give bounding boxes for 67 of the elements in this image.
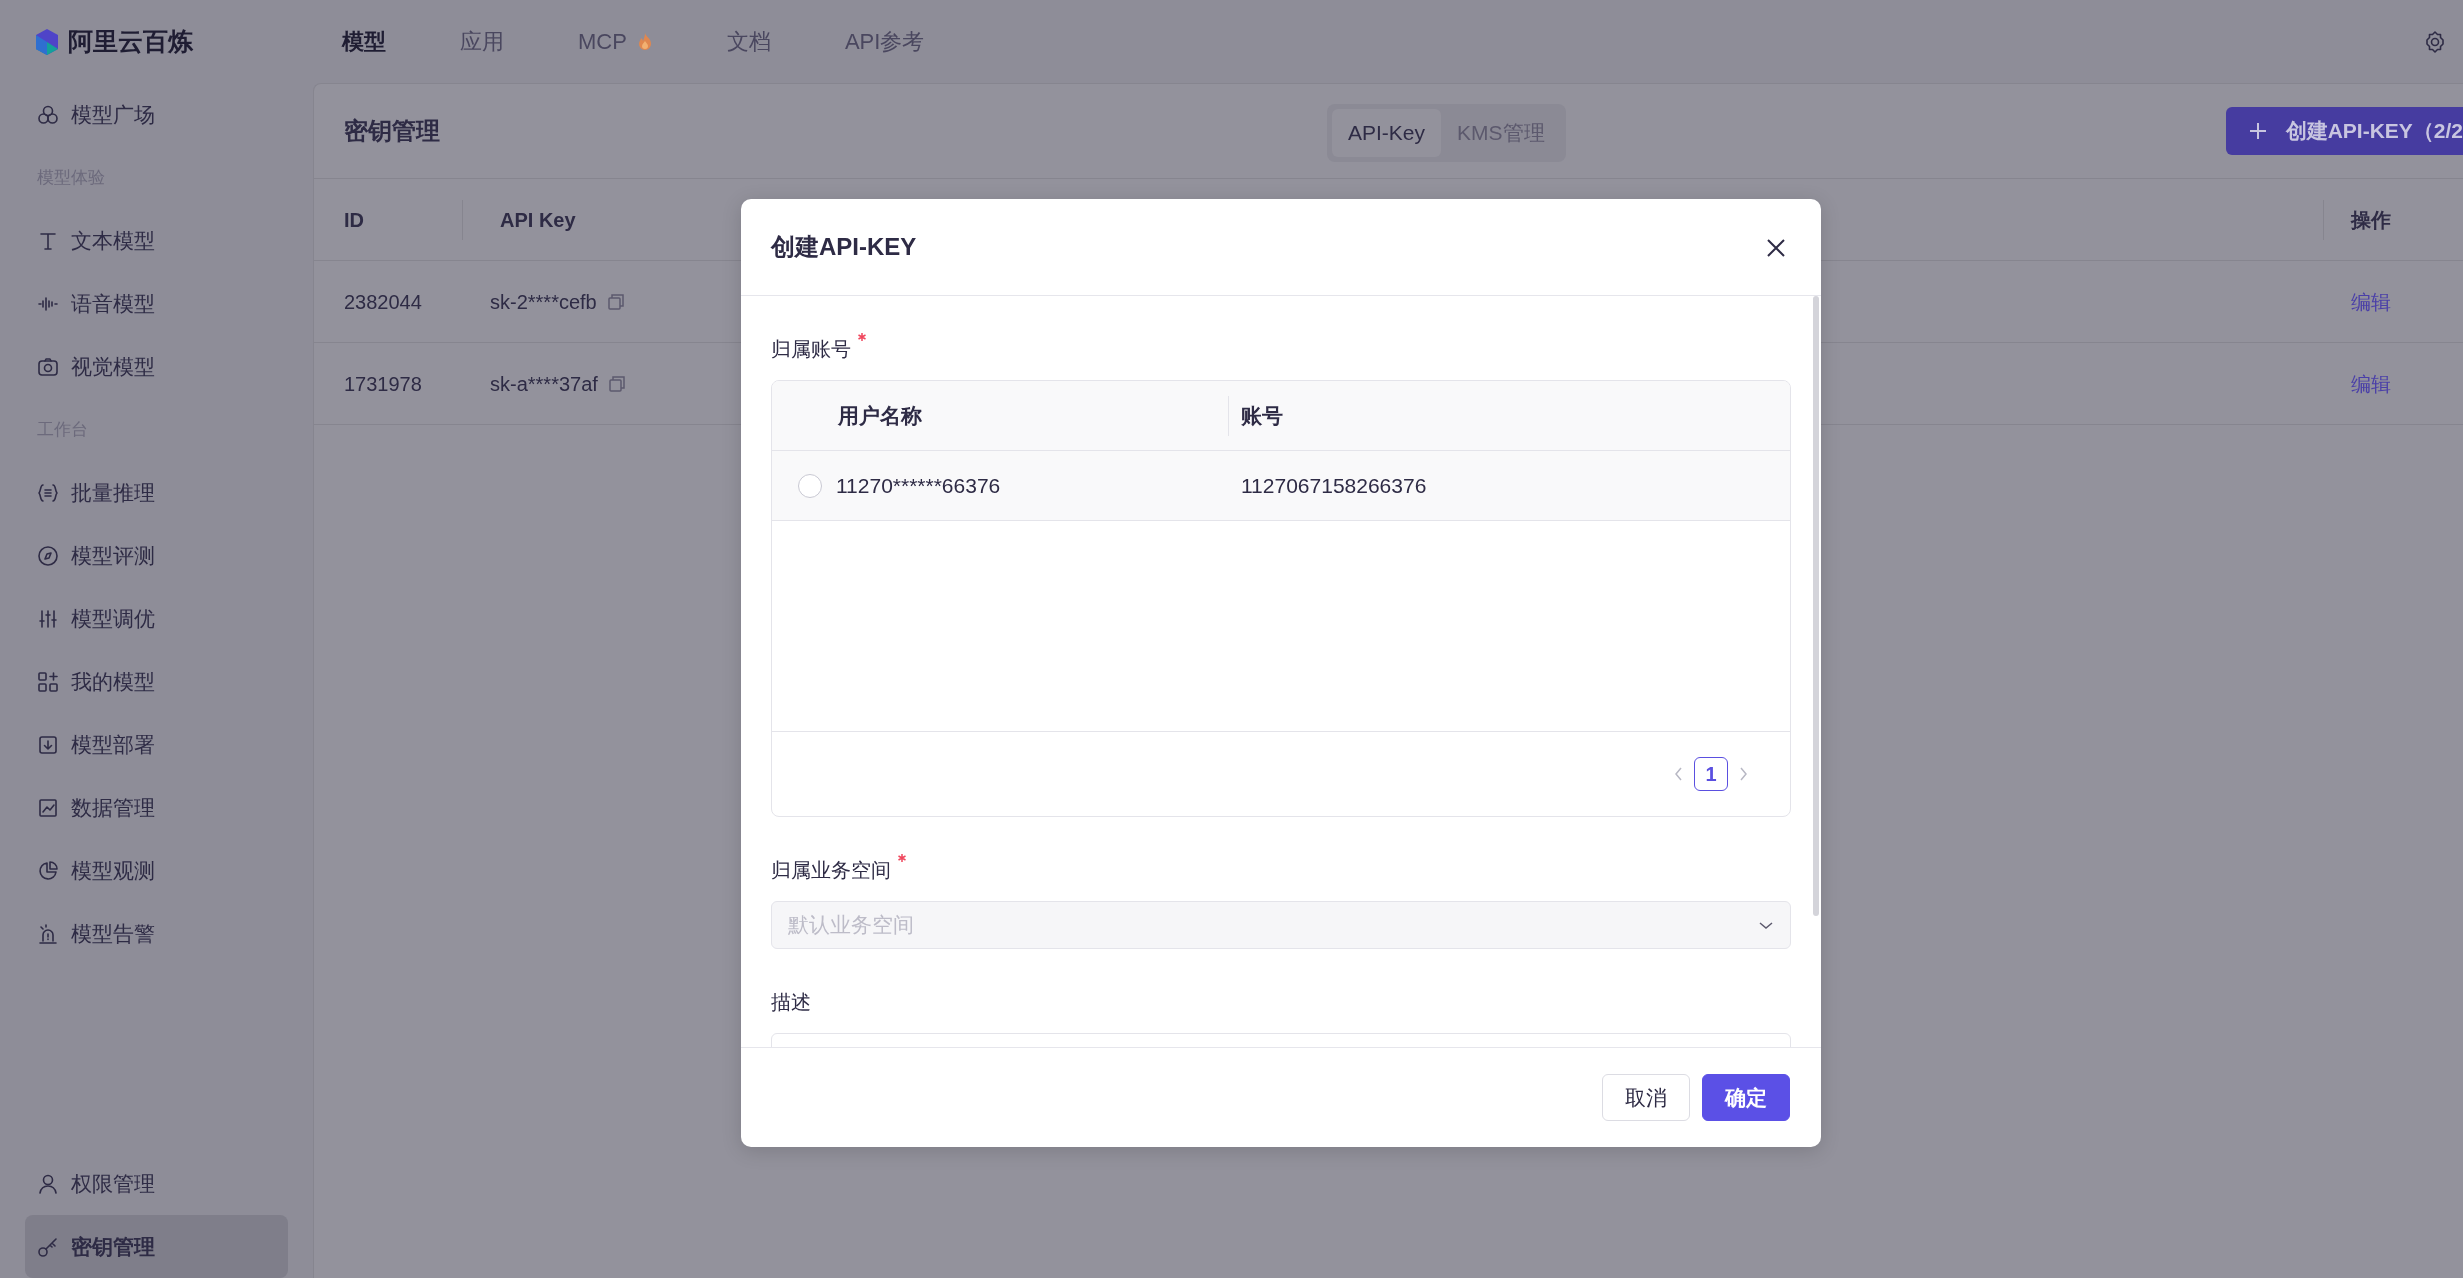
cube-icon bbox=[37, 103, 59, 126]
pie-chart-icon bbox=[37, 859, 59, 882]
table-cell-text: 1127067158266376 bbox=[1241, 472, 1427, 499]
nav-tab[interactable]: 文档 bbox=[726, 25, 771, 58]
column-header: 用户名称 bbox=[838, 402, 922, 429]
segment-tab[interactable]: API-Key bbox=[1332, 109, 1442, 157]
chevron-right-icon bbox=[1738, 766, 1750, 782]
dialog-title: 创建API-KEY bbox=[771, 232, 917, 262]
page-title: 密钥管理 bbox=[344, 116, 440, 146]
edit-link[interactable]: 编辑 bbox=[2351, 290, 2391, 313]
nav-tab[interactable]: 模型 bbox=[342, 25, 386, 58]
sidebar-item[interactable]: 模型告警 bbox=[25, 902, 288, 965]
logo-icon bbox=[34, 27, 60, 56]
compass-icon bbox=[37, 544, 59, 567]
sidebar-item[interactable]: 视觉模型 bbox=[25, 335, 288, 398]
copy-icon bbox=[607, 374, 626, 393]
sliders-icon bbox=[37, 607, 59, 630]
column-header: ID bbox=[343, 207, 365, 233]
confirm-button[interactable]: 确定 bbox=[1702, 1074, 1790, 1121]
plus-icon bbox=[2247, 121, 2268, 141]
alarm-icon bbox=[37, 922, 59, 945]
download-box-icon bbox=[37, 733, 59, 756]
sidebar-item[interactable]: 模型调优 bbox=[25, 587, 288, 650]
sidebar-item[interactable]: 语音模型 bbox=[25, 272, 288, 335]
api-key-text: sk-2****cefb bbox=[490, 289, 597, 315]
edit-link[interactable]: 编辑 bbox=[2351, 372, 2391, 395]
sidebar-item[interactable]: 模型评测 bbox=[25, 524, 288, 587]
placeholder-text: 默认业务空间 bbox=[788, 912, 914, 939]
api-key-text: sk-a****37af bbox=[490, 371, 598, 397]
table-cell-text: 2382044 bbox=[343, 289, 423, 315]
sidebar-item[interactable]: 模型部署 bbox=[25, 713, 288, 776]
chevron-left-icon bbox=[1672, 766, 1684, 782]
sidebar-item[interactable]: 批量推理 bbox=[25, 461, 288, 524]
user-icon bbox=[37, 1172, 59, 1195]
field-label: 归属账号 bbox=[771, 337, 851, 362]
braces-list-icon bbox=[37, 481, 59, 504]
key-icon bbox=[37, 1235, 59, 1258]
page-button[interactable]: 1 bbox=[1694, 757, 1728, 791]
close-icon bbox=[1765, 236, 1787, 259]
cancel-button[interactable]: 取消 bbox=[1602, 1074, 1690, 1121]
column-header: 账号 bbox=[1241, 402, 1283, 429]
sidebar-item[interactable]: 密钥管理 bbox=[25, 1215, 288, 1278]
nav-tab[interactable]: API参考 bbox=[844, 25, 925, 58]
table-cell-text: 11270******66376 bbox=[836, 472, 1001, 499]
field-label: 归属业务空间 bbox=[771, 858, 891, 883]
nav-tab[interactable]: MCP bbox=[578, 25, 653, 58]
nav-tab[interactable]: 应用 bbox=[460, 25, 504, 58]
grid-sparkle-icon bbox=[37, 670, 59, 693]
table-cell-text: 1731978 bbox=[343, 371, 423, 397]
camera-icon bbox=[37, 355, 59, 378]
sidebar-item[interactable]: 我的模型 bbox=[25, 650, 288, 713]
chart-icon bbox=[37, 796, 59, 819]
radio-button[interactable] bbox=[798, 473, 822, 498]
sidebar-item[interactable]: 权限管理 bbox=[25, 1152, 288, 1215]
logo-text: 阿里云百炼 bbox=[68, 25, 193, 57]
scrollbar[interactable] bbox=[1813, 296, 1819, 916]
field-label: 描述 bbox=[771, 990, 811, 1015]
sidebar-item[interactable]: 文本模型 bbox=[25, 209, 288, 272]
column-header: 操作 bbox=[2351, 207, 2391, 233]
sidebar-item[interactable]: 模型广场 bbox=[25, 83, 288, 146]
settings-icon[interactable] bbox=[2423, 29, 2447, 54]
column-header: API Key bbox=[500, 207, 576, 233]
chevron-down-icon bbox=[1758, 919, 1774, 931]
sidebar-item[interactable]: 数据管理 bbox=[25, 776, 288, 839]
sidebar-item[interactable]: 模型观测 bbox=[25, 839, 288, 902]
copy-icon bbox=[606, 292, 625, 311]
create-button[interactable]: 创建API-KEY（2/2 bbox=[2225, 107, 2463, 155]
